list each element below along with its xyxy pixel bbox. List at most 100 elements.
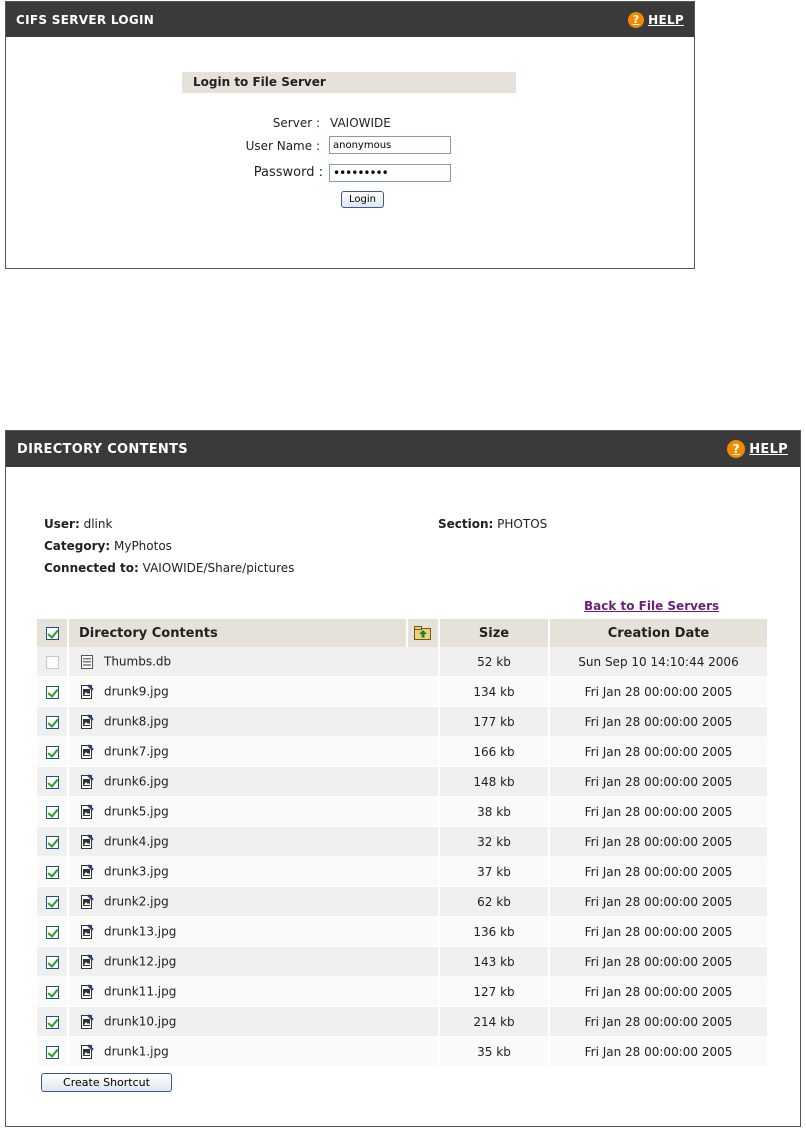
row-checkbox-cell <box>37 826 69 857</box>
file-name-cell: Thumbs.db <box>68 647 440 677</box>
row-checkbox[interactable] <box>45 685 59 699</box>
file-name-cell: drunk4.jpg <box>68 826 440 857</box>
file-date: Fri Jan 28 00:00:00 2005 <box>549 886 769 917</box>
row-checkbox[interactable] <box>45 925 59 939</box>
table-row[interactable]: drunk9.jpg 134 kb Fri Jan 28 00:00:00 20… <box>37 676 769 707</box>
user-value: dlink <box>83 517 113 531</box>
image-file-icon <box>81 954 94 969</box>
table-row[interactable]: drunk8.jpg 177 kb Fri Jan 28 00:00:00 20… <box>37 706 769 737</box>
table-row[interactable]: Thumbs.db 52 kb Sun Sep 10 14:10:44 2006 <box>37 647 769 677</box>
connected-info: Connected to: VAIOWIDE/Share/pictures <box>44 561 294 575</box>
file-name[interactable]: Thumbs.db <box>104 655 171 669</box>
file-name[interactable]: drunk5.jpg <box>104 805 169 819</box>
row-checkbox[interactable] <box>45 895 59 909</box>
file-size: 38 kb <box>439 796 550 827</box>
row-checkbox[interactable] <box>45 1015 59 1029</box>
row-checkbox[interactable] <box>45 865 59 879</box>
file-name[interactable]: drunk4.jpg <box>104 835 169 849</box>
file-name[interactable]: drunk13.jpg <box>104 925 176 939</box>
table-row[interactable]: drunk10.jpg 214 kb Fri Jan 28 00:00:00 2… <box>37 1006 769 1037</box>
password-input[interactable] <box>329 164 451 182</box>
row-checkbox-cell <box>37 1006 69 1037</box>
row-checkbox-cell <box>37 706 69 737</box>
folder-up-icon[interactable] <box>414 626 432 640</box>
file-name[interactable]: drunk10.jpg <box>104 1015 176 1029</box>
row-checkbox-cell <box>37 736 69 767</box>
row-checkbox[interactable] <box>45 775 59 789</box>
username-input[interactable] <box>329 136 451 154</box>
file-name-cell: drunk8.jpg <box>68 706 440 737</box>
back-to-file-servers-link[interactable]: Back to File Servers <box>584 599 719 613</box>
section-info: Section: PHOTOS <box>438 517 547 531</box>
row-checkbox[interactable] <box>45 715 59 729</box>
table-row[interactable]: drunk2.jpg 62 kb Fri Jan 28 00:00:00 200… <box>37 886 769 917</box>
file-name-cell: drunk6.jpg <box>68 766 440 797</box>
row-checkbox[interactable] <box>45 655 59 669</box>
file-date: Fri Jan 28 00:00:00 2005 <box>549 706 769 737</box>
file-name-cell: drunk2.jpg <box>68 886 440 917</box>
username-label: User Name : <box>245 139 320 153</box>
help-icon: ? <box>628 11 645 28</box>
file-name[interactable]: drunk12.jpg <box>104 955 176 969</box>
row-checkbox[interactable] <box>45 805 59 819</box>
table-row[interactable]: drunk11.jpg 127 kb Fri Jan 28 00:00:00 2… <box>37 976 769 1007</box>
table-row[interactable]: drunk4.jpg 32 kb Fri Jan 28 00:00:00 200… <box>37 826 769 857</box>
table-header-row: Directory Contents Size Creation Date <box>37 619 769 647</box>
table-row[interactable]: drunk6.jpg 148 kb Fri Jan 28 00:00:00 20… <box>37 766 769 797</box>
file-name-cell: drunk9.jpg <box>68 676 440 707</box>
file-name[interactable]: drunk1.jpg <box>104 1045 169 1059</box>
file-name[interactable]: drunk6.jpg <box>104 775 169 789</box>
file-name-cell: drunk7.jpg <box>68 736 440 767</box>
row-checkbox[interactable] <box>45 835 59 849</box>
category-label: Category: <box>44 539 111 553</box>
file-name[interactable]: drunk8.jpg <box>104 715 169 729</box>
directory-contents-panel: DIRECTORY CONTENTS ? HELP User: dlink Se… <box>5 430 801 1127</box>
directory-help-link[interactable]: ? HELP <box>727 440 788 458</box>
row-checkbox-cell <box>37 976 69 1007</box>
section-value: PHOTOS <box>497 517 548 531</box>
file-name[interactable]: drunk9.jpg <box>104 685 169 699</box>
login-button[interactable]: Login <box>341 191 384 208</box>
file-size: 177 kb <box>439 706 550 737</box>
row-checkbox[interactable] <box>45 955 59 969</box>
directory-table: Directory Contents Size Creation Date Th… <box>37 619 769 1067</box>
file-name-cell: drunk1.jpg <box>68 1036 440 1067</box>
row-checkbox-cell <box>37 886 69 917</box>
table-row[interactable]: drunk7.jpg 166 kb Fri Jan 28 00:00:00 20… <box>37 736 769 767</box>
table-row[interactable]: drunk5.jpg 38 kb Fri Jan 28 00:00:00 200… <box>37 796 769 827</box>
file-name[interactable]: drunk2.jpg <box>104 895 169 909</box>
file-size: 166 kb <box>439 736 550 767</box>
file-date: Sun Sep 10 14:10:44 2006 <box>549 647 769 677</box>
login-panel-title: CIFS SERVER LOGIN <box>16 12 155 27</box>
row-checkbox-cell <box>37 856 69 887</box>
section-label: Section: <box>438 517 494 531</box>
create-shortcut-button[interactable]: Create Shortcut <box>41 1073 172 1092</box>
row-checkbox[interactable] <box>45 1045 59 1059</box>
up-folder-header <box>407 619 440 647</box>
file-date: Fri Jan 28 00:00:00 2005 <box>549 916 769 947</box>
row-checkbox[interactable] <box>45 985 59 999</box>
table-row[interactable]: drunk1.jpg 35 kb Fri Jan 28 00:00:00 200… <box>37 1036 769 1067</box>
table-row[interactable]: drunk3.jpg 37 kb Fri Jan 28 00:00:00 200… <box>37 856 769 887</box>
file-name[interactable]: drunk7.jpg <box>104 745 169 759</box>
table-row[interactable]: drunk13.jpg 136 kb Fri Jan 28 00:00:00 2… <box>37 916 769 947</box>
select-all-checkbox[interactable] <box>45 626 59 640</box>
login-help-link[interactable]: ? HELP <box>628 11 684 28</box>
row-checkbox[interactable] <box>45 745 59 759</box>
file-name[interactable]: drunk3.jpg <box>104 865 169 879</box>
row-checkbox-cell <box>37 1036 69 1067</box>
image-file-icon <box>81 1044 94 1059</box>
directory-panel-title: DIRECTORY CONTENTS <box>17 441 188 457</box>
table-row[interactable]: drunk12.jpg 143 kb Fri Jan 28 00:00:00 2… <box>37 946 769 977</box>
file-size: 214 kb <box>439 1006 550 1037</box>
file-name[interactable]: drunk11.jpg <box>104 985 176 999</box>
database-file-icon <box>81 654 94 669</box>
cifs-login-panel: CIFS SERVER LOGIN ? HELP Login to File S… <box>5 1 695 269</box>
row-checkbox-cell <box>37 916 69 947</box>
server-label: Server : <box>272 116 320 130</box>
file-date: Fri Jan 28 00:00:00 2005 <box>549 976 769 1007</box>
file-rows: Thumbs.db 52 kb Sun Sep 10 14:10:44 2006… <box>37 647 769 1067</box>
file-date: Fri Jan 28 00:00:00 2005 <box>549 826 769 857</box>
connected-label: Connected to: <box>44 561 139 575</box>
row-checkbox-cell <box>37 647 69 677</box>
